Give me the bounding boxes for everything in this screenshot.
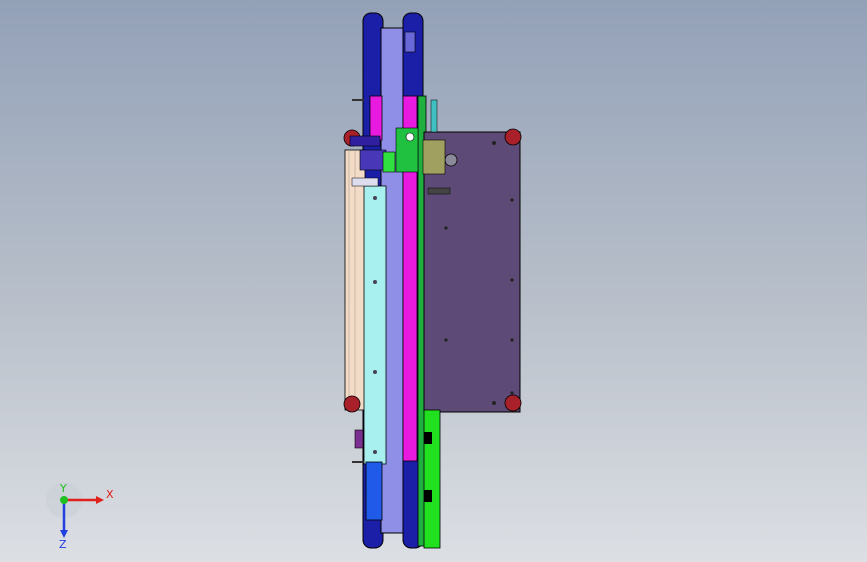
y-axis-label: Y	[59, 482, 67, 495]
bottom-blue-block[interactable]	[365, 461, 383, 521]
bottom-left-tab	[354, 429, 364, 449]
z-axis-head	[60, 530, 68, 538]
x-axis-head	[96, 496, 104, 504]
plate-boss	[444, 153, 458, 167]
x-axis-label: X	[106, 488, 114, 501]
cyan-rail[interactable]	[363, 185, 387, 465]
bottom-green-slot	[424, 490, 432, 502]
y-axis-dot	[60, 496, 68, 504]
coordinate-triad: X Y Z	[46, 482, 114, 550]
assembly-model[interactable]	[0, 0, 867, 562]
bottom-green-block[interactable]	[423, 409, 441, 549]
z-axis-label: Z	[59, 538, 67, 550]
cad-viewport[interactable]: X Y Z	[0, 0, 867, 562]
bottom-green-slot	[424, 432, 432, 444]
